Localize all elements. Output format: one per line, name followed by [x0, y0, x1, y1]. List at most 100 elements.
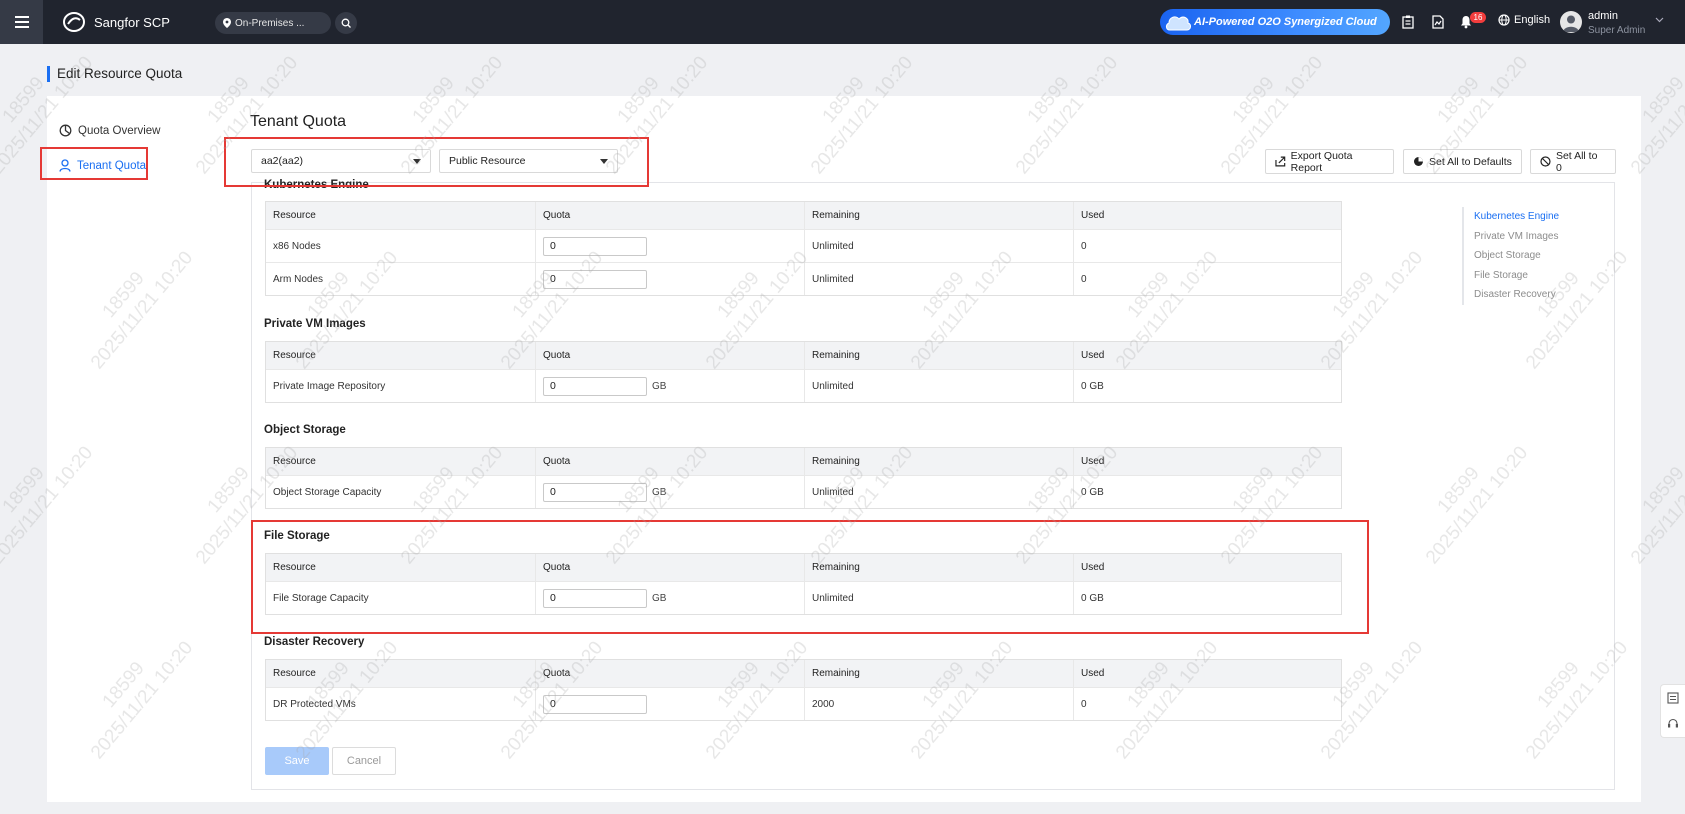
column-header: Resource: [273, 562, 316, 573]
caret-down-icon: [600, 159, 608, 164]
quota-cell: [535, 230, 804, 262]
table-header-row: Resource Quota Remaining Used: [266, 554, 1341, 581]
anchor-kubernetes-engine[interactable]: Kubernetes Engine: [1474, 207, 1559, 227]
reset-icon: [1414, 157, 1423, 166]
quota-cell: [535, 688, 804, 720]
export-quota-report-button[interactable]: Export Quota Report: [1265, 149, 1394, 174]
unit-label: GB: [652, 380, 667, 392]
quota-overview-icon: [59, 124, 72, 137]
export-label: Export Quota Report: [1290, 149, 1353, 174]
column-header: Used: [1073, 448, 1342, 475]
resource-type-value: Public Resource: [449, 155, 526, 167]
column-header: Used: [1073, 342, 1342, 369]
left-nav-label: Tenant Quota: [77, 159, 147, 172]
column-header: Remaining: [804, 448, 1073, 475]
table-row: Arm Nodes Unlimited 0: [266, 262, 1341, 295]
column-header: Used: [1073, 660, 1342, 687]
column-header: Quota: [535, 448, 804, 475]
used-cell: 0 GB: [1073, 370, 1342, 402]
quota-cell: GB: [535, 370, 804, 402]
remaining-cell: Unlimited: [804, 582, 1073, 614]
table-header-row: Resource Quota Remaining Used: [266, 202, 1341, 229]
column-header: Remaining: [804, 660, 1073, 687]
table-vm-images: Resource Quota Remaining Used Private Im…: [265, 341, 1342, 403]
column-header: Resource: [273, 456, 316, 467]
quota-input-file-storage-capacity[interactable]: [543, 588, 647, 608]
resource-type-select[interactable]: Public Resource: [439, 149, 618, 173]
avatar[interactable]: [1560, 11, 1582, 33]
cancel-button[interactable]: Cancel: [332, 747, 396, 775]
section-anchor-nav: Kubernetes Engine Private VM Images Obje…: [1462, 207, 1559, 305]
quota-input-object-storage-capacity[interactable]: [543, 482, 647, 502]
section-title-vm-images: Private VM Images: [264, 318, 366, 330]
table-row: DR Protected VMs 2000 0: [266, 687, 1341, 720]
column-header: Quota: [535, 342, 804, 369]
tenant-quota-title: Tenant Quota: [250, 113, 347, 130]
table-file-storage: Resource Quota Remaining Used File Stora…: [265, 553, 1342, 615]
ai-cloud-icon: [1166, 16, 1191, 31]
list-icon[interactable]: [1667, 692, 1679, 704]
column-header: Resource: [273, 668, 316, 679]
support-icon[interactable]: [1667, 718, 1679, 730]
unit-label: GB: [652, 486, 667, 498]
notification-badge: 16: [1470, 12, 1486, 23]
set-all-defaults-button[interactable]: Set All to Defaults: [1403, 149, 1522, 174]
region-label: On-Premises ...: [235, 17, 305, 29]
resource-cell: File Storage Capacity: [273, 592, 369, 604]
user-name[interactable]: admin: [1588, 10, 1618, 22]
anchor-file-storage[interactable]: File Storage: [1474, 266, 1559, 286]
table-row: Private Image Repository GB Unlimited 0 …: [266, 369, 1341, 402]
remaining-cell: Unlimited: [804, 476, 1073, 508]
unit-label: GB: [652, 592, 667, 604]
document-button[interactable]: [1398, 12, 1418, 32]
resource-cell: x86 Nodes: [273, 240, 321, 252]
used-cell: 0: [1073, 688, 1342, 720]
resource-cell: Private Image Repository: [273, 380, 386, 392]
chevron-down-icon[interactable]: [1655, 17, 1664, 23]
left-nav-quota-overview[interactable]: Quota Overview: [59, 124, 160, 137]
column-header: Used: [1073, 202, 1342, 229]
table-row: Object Storage Capacity GB Unlimited 0 G…: [266, 475, 1341, 508]
anchor-object-storage[interactable]: Object Storage: [1474, 246, 1559, 266]
left-nav-tenant-quota[interactable]: Tenant Quota: [59, 159, 146, 172]
anchor-private-vm-images[interactable]: Private VM Images: [1474, 227, 1559, 247]
hamburger-icon: [14, 16, 29, 28]
column-header: Resource: [273, 350, 316, 361]
zero-icon: [1540, 156, 1551, 167]
set-all-zero-button[interactable]: Set All to 0: [1530, 149, 1616, 174]
quota-input-dr-protected-vms[interactable]: [543, 694, 647, 714]
language-selector[interactable]: English: [1498, 14, 1550, 26]
quota-input-arm-nodes[interactable]: [543, 269, 647, 289]
region-search-button[interactable]: [335, 12, 357, 34]
globe-icon: [1498, 14, 1510, 26]
region-selector[interactable]: On-Premises ...: [215, 12, 331, 34]
resource-cell: DR Protected VMs: [273, 698, 356, 710]
sangfor-logo-icon: [63, 12, 85, 32]
product-name: Sangfor SCP: [94, 14, 170, 30]
page-title: Edit Resource Quota: [47, 66, 182, 82]
hamburger-menu-button[interactable]: [0, 0, 43, 44]
quota-cell: [535, 263, 804, 295]
section-title-kubernetes: Kubernetes Engine: [264, 179, 369, 188]
left-nav-label: Quota Overview: [78, 124, 161, 137]
zero-label: Set All to 0: [1555, 149, 1598, 174]
used-cell: 0 GB: [1073, 582, 1342, 614]
quota-cell: GB: [535, 582, 804, 614]
quota-input-x86-nodes[interactable]: [543, 236, 647, 256]
section-title-object-storage: Object Storage: [264, 424, 346, 436]
user-role: Super Admin: [1588, 25, 1646, 36]
column-header: Used: [1073, 554, 1342, 581]
ai-promo-banner[interactable]: AI-Powered O2O Synergized Cloud: [1160, 9, 1390, 35]
resource-cell: Arm Nodes: [273, 273, 324, 285]
quota-input-private-image-repository[interactable]: [543, 376, 647, 396]
user-avatar-icon: [1563, 15, 1579, 32]
table-header-row: Resource Quota Remaining Used: [266, 448, 1341, 475]
location-pin-icon: [223, 18, 231, 28]
anchor-disaster-recovery[interactable]: Disaster Recovery: [1474, 285, 1559, 305]
table-kubernetes: Resource Quota Remaining Used x86 Nodes …: [265, 201, 1342, 296]
table-header-row: Resource Quota Remaining Used: [266, 660, 1341, 687]
report-button[interactable]: [1428, 12, 1448, 32]
tenant-select[interactable]: aa2(aa2): [251, 149, 431, 173]
save-button[interactable]: Save: [265, 747, 329, 775]
logo[interactable]: Sangfor SCP: [62, 11, 170, 33]
